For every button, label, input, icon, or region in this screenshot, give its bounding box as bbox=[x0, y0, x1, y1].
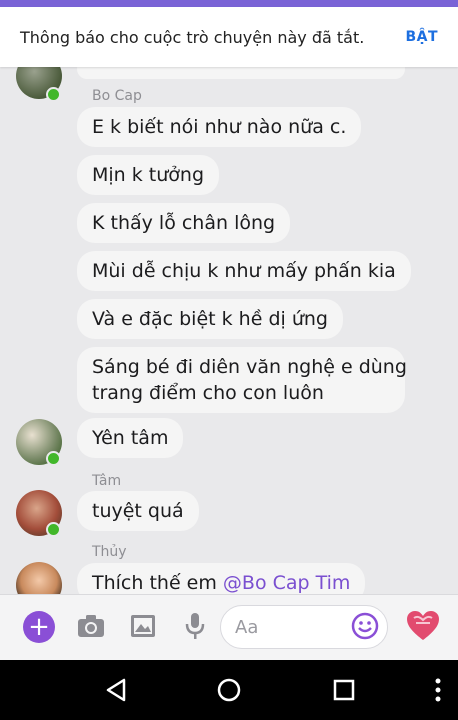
message-text: Mùi dễ chịu k như mấy phấn kia bbox=[92, 260, 396, 282]
system-navigation-bar bbox=[0, 660, 458, 720]
turn-on-button[interactable]: BẬT bbox=[405, 29, 438, 45]
online-indicator bbox=[46, 451, 61, 466]
image-icon[interactable] bbox=[128, 611, 158, 641]
message-input-placeholder: Aa bbox=[235, 617, 259, 638]
composer-toolbar: + Aa bbox=[0, 594, 458, 661]
online-indicator bbox=[46, 87, 61, 102]
sender-name: Tâm bbox=[92, 473, 122, 489]
emoji-icon[interactable] bbox=[351, 612, 379, 640]
message-bubble[interactable]: E k biết nói như nào nữa c. bbox=[77, 107, 362, 147]
notification-banner: Thông báo cho cuộc trò chuyện này đã tắt… bbox=[0, 7, 458, 67]
message-thread[interactable]: Bo Cap E k biết nói như nào nữa c. Mịn k… bbox=[0, 67, 458, 594]
message-text: Mịn k tưởng bbox=[92, 164, 205, 186]
notification-text: Thông báo cho cuộc trò chuyện này đã tắt… bbox=[20, 27, 365, 47]
recents-icon[interactable] bbox=[330, 676, 358, 704]
online-indicator bbox=[46, 522, 61, 537]
message-bubble[interactable]: Mùi dễ chịu k như mấy phấn kia bbox=[77, 251, 411, 291]
mic-icon[interactable] bbox=[180, 611, 210, 641]
message-text: E k biết nói như nào nữa c. bbox=[92, 116, 347, 138]
message-text: trang điểm cho con luôn bbox=[92, 382, 324, 404]
message-text: Sáng bé đi diên văn nghệ e dùng bbox=[92, 356, 407, 378]
sender-name: Thủy bbox=[92, 544, 127, 560]
message-bubble[interactable]: Mịn k tưởng bbox=[77, 155, 220, 195]
home-icon[interactable] bbox=[215, 676, 243, 704]
plus-icon[interactable]: + bbox=[23, 611, 55, 643]
message-bubble[interactable]: Và e đặc biệt k hề dị ứng bbox=[77, 299, 343, 339]
message-bubble[interactable]: Sáng bé đi diên văn nghệ e dùng trang đi… bbox=[77, 347, 407, 413]
avatar[interactable] bbox=[16, 562, 62, 594]
heart-icon[interactable] bbox=[405, 609, 441, 643]
camera-icon[interactable] bbox=[76, 611, 106, 641]
message-text: Và e đặc biệt k hề dị ứng bbox=[92, 308, 328, 330]
message-text: K thấy lỗ chân lông bbox=[92, 212, 276, 234]
menu-icon[interactable] bbox=[424, 676, 452, 704]
app-top-strip bbox=[0, 0, 458, 7]
mention-link[interactable]: @Bo Cap Tim bbox=[223, 572, 351, 594]
message-text: Yên tâm bbox=[92, 427, 169, 449]
message-bubble[interactable]: tuyệt quá bbox=[77, 491, 199, 531]
back-icon[interactable] bbox=[102, 676, 130, 704]
message-bubble[interactable]: K thấy lỗ chân lông bbox=[77, 203, 291, 243]
message-bubble[interactable] bbox=[77, 67, 405, 79]
sender-name: Bo Cap bbox=[92, 88, 142, 104]
message-input[interactable]: Aa bbox=[220, 605, 388, 649]
message-bubble[interactable]: Yên tâm bbox=[77, 418, 184, 458]
message-bubble[interactable]: Thích thế em @Bo Cap Tim bbox=[77, 563, 366, 594]
message-text: tuyệt quá bbox=[92, 500, 184, 522]
message-text: Thích thế em bbox=[92, 572, 217, 594]
